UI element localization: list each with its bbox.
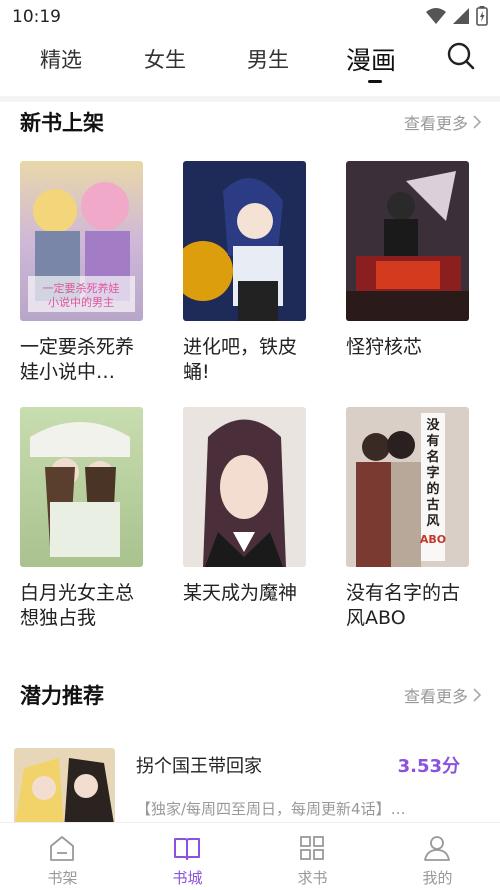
tab-male[interactable]: 男生 [247, 44, 289, 74]
chevron-right-icon [473, 115, 482, 129]
nav-label: 求书 [297, 869, 328, 887]
recommend-title: 拐个国王带回家 [136, 756, 262, 777]
nav-request-book[interactable]: 求书 [250, 823, 375, 890]
category-tabs: 精选 女生 男生 漫画 [0, 34, 500, 96]
book-title: 一定要杀死养娃小说中… [20, 336, 135, 383]
svg-text:名: 名 [426, 449, 439, 465]
nav-profile[interactable]: 我的 [375, 823, 500, 890]
nav-label: 我的 [422, 869, 453, 887]
section-title-recommend: 潜力推荐 [20, 684, 104, 708]
book-cover: 一定要杀死养娃 小说中的男主 [20, 161, 143, 321]
status-time: 10:19 [12, 7, 61, 27]
book-title: 进化吧，铁皮蛹! [183, 336, 298, 383]
svg-text:古: 古 [426, 497, 439, 513]
recommend-description: 【独家/每周四至周日，每周更新4话】… [136, 800, 406, 818]
book-cover [183, 407, 306, 567]
grid-icon [300, 836, 324, 860]
section-divider [0, 96, 500, 102]
book-title: 没有名字的古风ABO [346, 582, 461, 629]
book-title: 怪狩核芯 [346, 336, 423, 358]
wifi-icon [426, 8, 446, 24]
svg-text:风: 风 [426, 514, 439, 529]
bookshelf-icon [50, 836, 74, 861]
nav-label: 书架 [47, 869, 78, 887]
book-cover [346, 161, 469, 321]
bottom-nav: 书架 书城 求书 我的 [0, 822, 500, 890]
nav-bookstore[interactable]: 书城 [125, 823, 250, 890]
status-icons [426, 6, 488, 26]
battery-icon [476, 6, 488, 26]
search-icon[interactable] [446, 41, 476, 71]
see-more-new-button[interactable]: 查看更多 [404, 110, 482, 134]
tab-comics[interactable]: 漫画 [346, 41, 396, 77]
svg-text:ABO: ABO [420, 533, 446, 546]
book-cover [14, 748, 115, 830]
chevron-right-icon [473, 688, 482, 702]
see-more-label: 查看更多 [403, 687, 468, 706]
see-more-recommend-button[interactable]: 查看更多 [404, 683, 482, 707]
person-icon [424, 836, 450, 861]
see-more-label: 查看更多 [403, 114, 468, 133]
svg-text:小说中的男主: 小说中的男主 [48, 295, 114, 309]
book-cover [183, 161, 306, 321]
svg-text:一定要杀死养娃: 一定要杀死养娃 [43, 281, 120, 295]
active-tab-indicator [368, 80, 382, 83]
book-card[interactable]: 没 有 名 字 的 古 风 ABO 没有名字的古风ABO [346, 407, 470, 631]
tab-featured[interactable]: 精选 [40, 44, 82, 74]
recommend-score: 3.53分 [397, 756, 460, 777]
open-book-icon [174, 838, 200, 860]
tab-female[interactable]: 女生 [144, 44, 186, 74]
recommend-list-item[interactable]: 拐个国王带回家 3.53分 【独家/每周四至周日，每周更新4话】… [0, 740, 500, 830]
book-cover: 没 有 名 字 的 古 风 ABO [346, 407, 469, 567]
book-title: 白月光女主总想独占我 [20, 582, 135, 629]
book-title: 某天成为魔神 [183, 582, 298, 604]
section-title-new: 新书上架 [20, 111, 104, 135]
nav-label: 书城 [172, 869, 203, 887]
svg-text:有: 有 [426, 433, 439, 449]
svg-text:的: 的 [426, 481, 439, 497]
book-card[interactable]: 怪狩核芯 [346, 161, 470, 385]
nav-bookshelf[interactable]: 书架 [0, 823, 125, 890]
book-card[interactable]: 白月光女主总想独占我 [20, 407, 144, 631]
book-card[interactable]: 某天成为魔神 [183, 407, 307, 631]
svg-text:字: 字 [426, 465, 439, 481]
svg-text:没: 没 [426, 418, 440, 433]
book-card[interactable]: 一定要杀死养娃 小说中的男主 一定要杀死养娃小说中… [20, 161, 144, 385]
signal-icon [453, 8, 469, 24]
book-card[interactable]: 进化吧，铁皮蛹! [183, 161, 307, 385]
status-bar: 10:19 [0, 0, 500, 34]
book-cover [20, 407, 143, 567]
